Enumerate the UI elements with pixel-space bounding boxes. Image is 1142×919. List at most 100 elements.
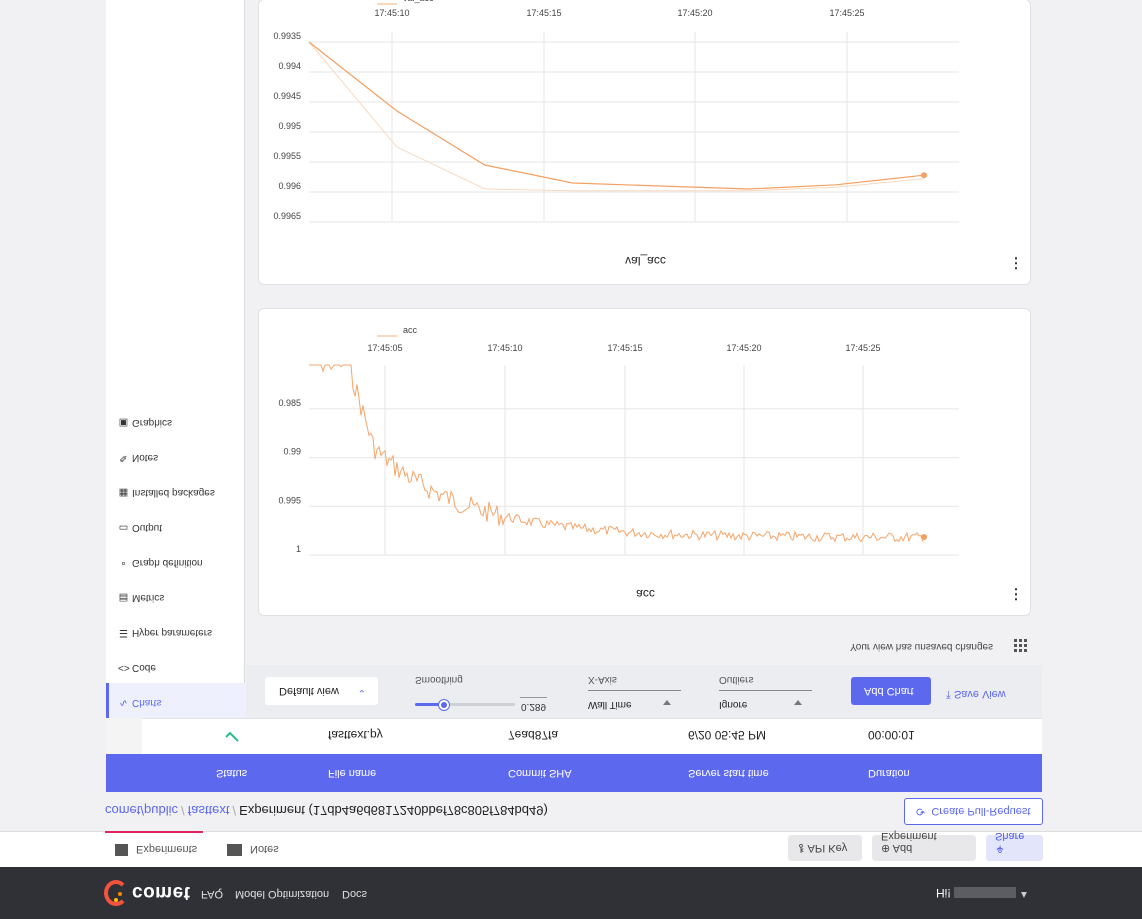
experiment-sidebar: ∿ Charts <> Code ☰ Hyper parameters ▤ Metric… xyxy=(106,0,245,718)
breadcrumb: comet/public / fasttext / Experiment (17db4a… xyxy=(105,803,548,818)
y-tick-label: 0.99 xyxy=(283,447,301,457)
sidebar-item-graphics[interactable]: ▣ Graphics xyxy=(106,403,245,438)
acc-series-line xyxy=(309,364,924,543)
user-greeting[interactable]: Hi! xyxy=(936,886,1016,900)
unsaved-changes-notice: Your view has unsaved changes xyxy=(850,641,994,652)
x-tick-label: 17:45:05 xyxy=(367,343,402,353)
y-tick-label: 0.994 xyxy=(278,61,301,71)
view-selector[interactable]: Default view ⌄ xyxy=(265,677,378,705)
header-server-start-time: Server start time xyxy=(688,767,769,779)
sidebar-item-output[interactable]: ▭ Output xyxy=(106,508,245,543)
sidebar-item-label: Output xyxy=(132,522,163,533)
chevron-up-icon[interactable]: ▲ xyxy=(1019,889,1029,900)
file-name-cell[interactable]: fasttext.py xyxy=(328,728,383,742)
y-tick-label: 0.996 xyxy=(278,181,301,191)
grid-layout-icon[interactable] xyxy=(1014,639,1027,652)
pencil-icon: ✎ xyxy=(119,452,128,463)
duration-cell: 00:00:01 xyxy=(868,728,915,742)
more-options-icon[interactable]: ⋮ xyxy=(1009,255,1023,272)
tab-experiments[interactable]: Experiments xyxy=(105,831,203,867)
greeting-text: Hi! xyxy=(936,886,951,900)
table-row: fasttext.py 7ead87fa 6/20 05:45 PM 00:00… xyxy=(106,718,1042,754)
x-tick-label: 17:45:20 xyxy=(726,343,761,353)
sidebar-item-installed-packages[interactable]: ▦ Installed packages xyxy=(106,473,245,508)
nav-link-model-optimization[interactable]: Model Optimization xyxy=(235,888,329,900)
x-axis-label: X-Axis xyxy=(588,674,617,685)
x-tick-label: 17:45:25 xyxy=(829,8,864,18)
chart-card-acc: 0.985 0.99 0.995 1 17:45:05 17:45:10 17:45:15 1… xyxy=(258,308,1031,616)
list-icon: ☰ xyxy=(119,627,128,638)
sidebar-item-code[interactable]: <> Code xyxy=(106,648,245,683)
api-key-label: API Key xyxy=(807,842,848,854)
top-navbar: comet FAQ Model Optimization Docs Hi! ▲ xyxy=(0,867,1142,919)
outliers-label: Outliers xyxy=(719,674,754,685)
val-acc-series-line xyxy=(308,41,925,190)
nav-link-faq[interactable]: FAQ xyxy=(201,888,223,900)
outliers-dropdown[interactable]: Ignore xyxy=(719,690,812,710)
acc-raw-series-line xyxy=(309,364,924,543)
smoothing-slider[interactable] xyxy=(415,700,515,710)
breadcrumb-current: Experiment (17db4a6d6817240bbef78c805f78… xyxy=(239,803,548,818)
share-icon: ⚘ xyxy=(995,842,1005,854)
logo-dot xyxy=(118,892,122,896)
x-axis-dropdown[interactable]: Wall Time xyxy=(588,690,681,710)
y-tick-label: 1 xyxy=(296,544,301,554)
breadcrumb-workspace[interactable]: comet/public xyxy=(105,803,178,818)
smoothing-value-input[interactable]: 0.289 xyxy=(520,697,547,712)
api-key-button[interactable]: ⚷ API Key xyxy=(788,835,862,861)
sidebar-item-notes[interactable]: ✎ Notes xyxy=(106,438,245,473)
save-view-button[interactable]: ⤒ Save View xyxy=(946,687,1006,700)
notes-icon xyxy=(227,844,242,856)
upload-icon: ⤒ xyxy=(946,688,951,700)
header-duration: Duration xyxy=(868,767,910,779)
sidebar-item-metrics[interactable]: ▤ Metrics xyxy=(106,578,245,613)
sidebar-item-hyper-parameters[interactable]: ☰ Hyper parameters xyxy=(106,613,245,648)
breadcrumb-project[interactable]: fasttext xyxy=(188,803,230,818)
flipped-page: comet FAQ Model Optimization Docs Hi! ▲ … xyxy=(0,0,1142,919)
tab-notes[interactable]: Notes xyxy=(227,831,279,867)
logo-dot xyxy=(114,898,118,902)
create-pull-request-button[interactable]: ⟳ Create Pull-Request xyxy=(904,798,1043,825)
y-tick-label: 0.9965 xyxy=(273,211,301,221)
plus-circle-icon: ⊕ xyxy=(881,842,891,854)
more-options-icon[interactable]: ⋮ xyxy=(1009,586,1023,603)
x-tick-label: 17:45:10 xyxy=(374,8,409,18)
commit-sha-cell[interactable]: 7ead87fa xyxy=(508,728,558,742)
val-acc-raw-series-line xyxy=(308,41,925,192)
save-view-label: Save View xyxy=(953,688,1006,700)
chart-card-val-acc: 0.9935 0.994 0.9945 0.995 0.9955 0.996 0.9965 1… xyxy=(258,0,1031,285)
add-chart-button[interactable]: Add Chart xyxy=(851,677,931,705)
sidebar-item-label: Graphics xyxy=(132,417,173,428)
start-time-cell: 6/20 05:45 PM xyxy=(688,728,767,742)
smoothing-slider-handle[interactable] xyxy=(438,700,449,710)
x-tick-label: 17:45:15 xyxy=(526,8,561,18)
acc-line-chart: 0.985 0.99 0.995 1 17:45:05 17:45:10 17:45:15 1… xyxy=(278,325,959,556)
val-acc-line-chart: 0.9935 0.994 0.9945 0.995 0.9955 0.996 0.9965 1… xyxy=(273,0,959,223)
monitor-icon: ▭ xyxy=(118,522,129,533)
chart-title: acc xyxy=(636,587,655,601)
y-tick-label: 0.995 xyxy=(278,495,301,505)
chart-title: val_acc xyxy=(625,254,666,268)
header-commit-sha: Commit SHA xyxy=(508,767,572,779)
sidebar-item-label: Code xyxy=(132,662,156,673)
check-icon xyxy=(225,731,239,742)
share-button[interactable]: ⚘ Share xyxy=(986,830,1043,861)
sidebar-item-graph-definition[interactable]: ∘ Graph definition xyxy=(106,543,245,578)
caret-down-icon xyxy=(663,700,671,705)
refresh-icon: ⟳ xyxy=(916,805,926,817)
sidebar-item-charts[interactable]: ∿ Charts xyxy=(106,683,245,718)
add-experiment-label: Add Experiment xyxy=(881,830,937,854)
y-tick-label: 0.995 xyxy=(278,121,301,131)
y-tick-label: 0.985 xyxy=(278,398,301,408)
redacted-username xyxy=(953,886,1016,898)
comet-logo[interactable]: comet xyxy=(104,878,190,908)
legend-label: val_acc xyxy=(403,0,434,3)
caret-down-icon xyxy=(794,700,802,705)
val-acc-last-point xyxy=(921,172,927,179)
tab-experiments-label: Experiments xyxy=(136,843,198,855)
nav-link-docs[interactable]: Docs xyxy=(342,888,367,900)
add-experiment-button[interactable]: ⊕ Add Experiment xyxy=(872,830,976,861)
view-selector-value: Default view xyxy=(279,685,339,697)
sidebar-item-label: Hyper parameters xyxy=(132,627,213,638)
share-label: Share xyxy=(995,830,1025,842)
